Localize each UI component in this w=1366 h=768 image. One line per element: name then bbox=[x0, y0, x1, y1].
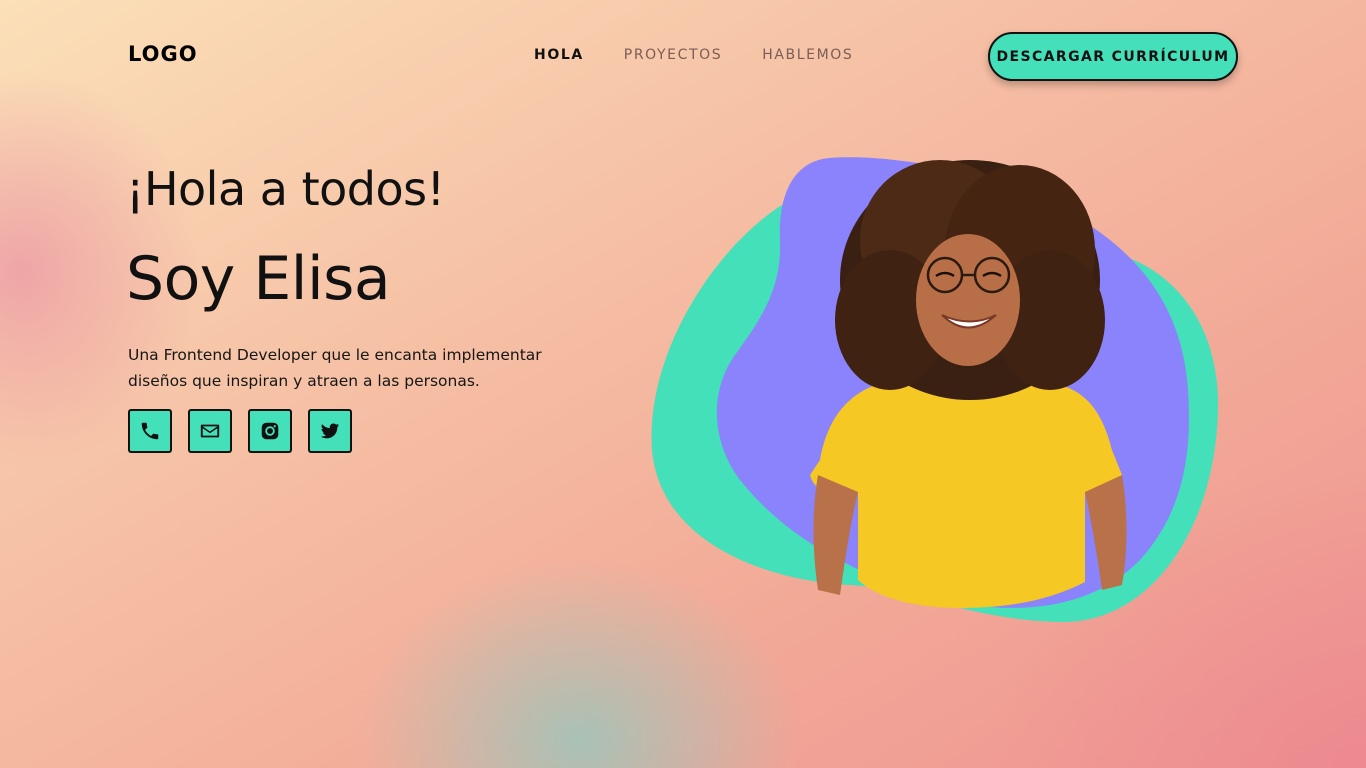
instagram-link[interactable] bbox=[248, 409, 292, 453]
main-nav: HOLA PROYECTOS HABLEMOS bbox=[534, 47, 853, 63]
phone-icon bbox=[141, 422, 159, 440]
phone-link[interactable] bbox=[128, 409, 172, 453]
download-cv-button[interactable]: DESCARGAR CURRÍCULUM bbox=[988, 32, 1238, 81]
twitter-icon bbox=[320, 423, 340, 439]
site-header: LOGO HOLA PROYECTOS HABLEMOS DESCARGAR C… bbox=[128, 32, 1238, 82]
hero-tagline: Una Frontend Developer que le encanta im… bbox=[128, 346, 542, 390]
mail-link[interactable] bbox=[188, 409, 232, 453]
hero-name: Soy Elisa bbox=[126, 244, 391, 314]
nav-link-proyectos[interactable]: PROYECTOS bbox=[624, 47, 722, 63]
instagram-icon bbox=[261, 422, 279, 440]
social-links bbox=[128, 409, 352, 453]
twitter-link[interactable] bbox=[308, 409, 352, 453]
logo[interactable]: LOGO bbox=[128, 42, 198, 66]
nav-link-hola[interactable]: HOLA bbox=[534, 47, 584, 63]
hero-greeting: ¡Hola a todos! bbox=[126, 162, 445, 216]
nav-link-hablemos[interactable]: HABLEMOS bbox=[762, 47, 853, 63]
mail-icon bbox=[200, 424, 220, 438]
hero-illustration bbox=[651, 157, 1219, 623]
